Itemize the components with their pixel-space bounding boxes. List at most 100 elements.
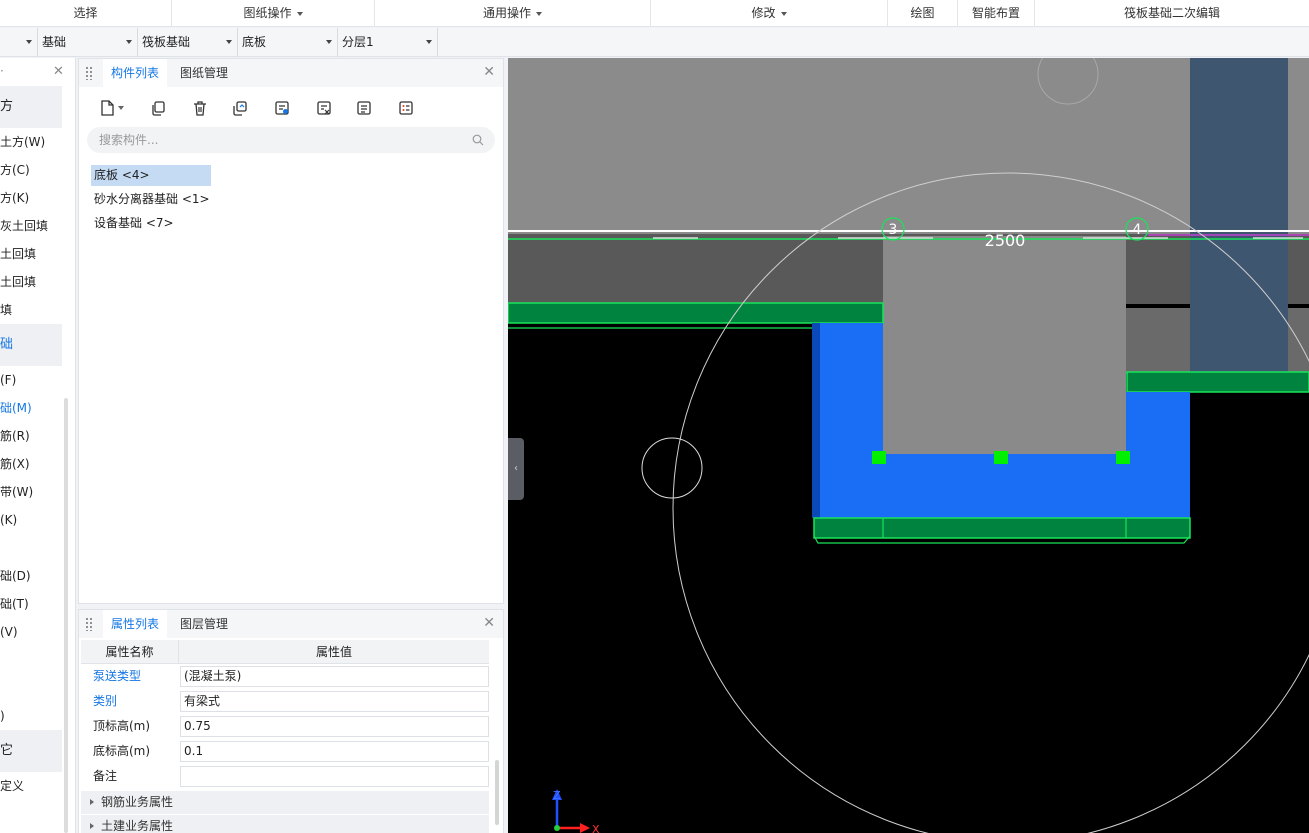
ribbon-group-drawing-ops[interactable]: 图纸操作 (172, 0, 375, 27)
property-value-bottom-elevation[interactable]: 0.1 (180, 741, 489, 762)
grip-point[interactable] (1116, 451, 1130, 464)
import-button[interactable] (269, 95, 295, 121)
nav-item[interactable]: (F) (0, 366, 62, 394)
property-name-pump-type[interactable]: 泵送类型 (93, 664, 141, 689)
floor-select[interactable] (0, 28, 38, 57)
nav-category[interactable]: 方 (0, 86, 62, 128)
close-icon[interactable]: ✕ (53, 64, 64, 79)
ribbon-group-modify[interactable]: 修改 (651, 0, 888, 27)
component-item-slab[interactable]: 底板 <4> (91, 165, 211, 186)
grip-point[interactable] (872, 451, 886, 464)
nav-category[interactable]: 它 (0, 730, 62, 772)
chevron-down-icon (226, 40, 232, 44)
grip-point[interactable] (994, 451, 1008, 464)
copy-icon (152, 101, 165, 116)
column-header-name: 属性名称 (81, 640, 179, 664)
property-name-category[interactable]: 类别 (93, 689, 117, 714)
property-value-pump-type[interactable]: (混凝土泵) (180, 666, 489, 687)
nav-item[interactable]: 土回填 (0, 240, 62, 268)
chevron-down-icon (780, 11, 787, 16)
ribbon-group-draw[interactable]: 绘图 (888, 0, 958, 27)
nav-item[interactable]: 带(W) (0, 478, 62, 506)
nav-item[interactable]: 础(M) (0, 394, 62, 422)
chevron-down-icon (326, 40, 332, 44)
copy-button[interactable] (145, 95, 171, 121)
nav-item[interactable]: ) (0, 702, 62, 730)
beam-left (508, 302, 884, 324)
nav-item[interactable]: (V) (0, 618, 62, 646)
ribbon-group-smart-layout[interactable]: 智能布置 (958, 0, 1035, 27)
nav-scrollbar[interactable] (64, 398, 68, 833)
category-select[interactable]: 基础 (38, 28, 138, 57)
tab-component-list[interactable]: 构件列表 (103, 59, 168, 87)
ribbon-bar: 选择 图纸操作 通用操作 修改 绘图 智能布置 筏板基础二次编辑 (0, 0, 1309, 27)
ribbon-group-select[interactable]: 选择 (0, 0, 172, 27)
drawing-viewport[interactable]: 2500 3 4 Z X (508, 58, 1309, 833)
component-item-sand-separator[interactable]: 砂水分离器基础 <1> (91, 189, 213, 210)
tab-layer-management[interactable]: 图层管理 (172, 610, 236, 638)
search-input[interactable] (87, 127, 495, 153)
type-select[interactable]: 筏板基础 (138, 28, 238, 57)
nav-item[interactable]: 定义 (0, 772, 62, 800)
nav-header: · ✕ (0, 58, 75, 86)
layer-select[interactable]: 分层1 (338, 28, 438, 57)
property-group-civil[interactable]: 土建业务属性 (81, 815, 489, 833)
component-tree-nav: · ✕ 方土方(W) 方(C) 方(K) 灰土回填 土回填 土回填填础 (F) 础(M) 筋(R… (0, 58, 76, 833)
component-item-equipment-foundation[interactable]: 设备基础 <7> (91, 213, 177, 234)
property-value-category[interactable]: 有梁式 (180, 691, 489, 712)
grey-area-upper (508, 58, 1309, 234)
filter-icon (357, 101, 371, 115)
chevron-down-icon (126, 40, 132, 44)
nav-item[interactable]: 土回填 (0, 268, 62, 296)
close-icon[interactable]: ✕ (483, 615, 495, 631)
nav-item[interactable]: 筋(R) (0, 422, 62, 450)
nav-item[interactable] (0, 534, 62, 562)
property-value-remark[interactable] (180, 766, 489, 787)
ribbon-group-general-ops[interactable]: 通用操作 (375, 0, 651, 27)
filter-button[interactable] (351, 95, 377, 121)
nav-item[interactable]: 础(T) (0, 590, 62, 618)
nav-item[interactable] (0, 674, 62, 702)
origin-point (554, 825, 560, 831)
z-axis-label: Z (553, 789, 561, 802)
nav-item[interactable]: 灰土回填 (0, 212, 62, 240)
property-value-top-elevation[interactable]: 0.75 (180, 716, 489, 737)
nav-item[interactable]: 土方(W) (0, 128, 62, 156)
beam-bottom (813, 517, 1191, 539)
property-panel-tabs: 属性列表 图层管理 ✕ (79, 610, 503, 638)
delete-button[interactable] (187, 95, 213, 121)
collapse-panel-button[interactable]: ‹ (508, 438, 524, 500)
x-axis-label: X (592, 823, 600, 833)
layer-copy-button[interactable] (227, 95, 253, 121)
nav-item[interactable]: 础(D) (0, 562, 62, 590)
chevron-down-icon (26, 40, 32, 44)
component-select[interactable]: 底板 (238, 28, 338, 57)
new-component-icon (101, 100, 114, 116)
canvas-drawing: 2500 3 4 Z X (508, 58, 1309, 833)
export-button[interactable] (311, 95, 337, 121)
drag-handle-icon[interactable] (85, 617, 93, 631)
nav-item[interactable] (0, 646, 62, 674)
tab-drawing-management[interactable]: 图纸管理 (172, 59, 236, 87)
property-name-bottom-elevation: 底标高(m) (93, 744, 151, 758)
new-component-button[interactable] (91, 95, 131, 121)
nav-item[interactable]: 方(C) (0, 156, 62, 184)
list-button[interactable] (393, 95, 419, 121)
delete-icon (194, 101, 206, 116)
drag-handle-icon[interactable] (85, 66, 93, 80)
column-header-value: 属性值 (179, 640, 489, 664)
close-icon[interactable]: ✕ (483, 64, 495, 80)
property-name-top-elevation: 顶标高(m) (93, 719, 151, 733)
property-scrollbar[interactable] (495, 760, 499, 825)
search-icon[interactable] (472, 134, 484, 146)
nav-item[interactable]: 填 (0, 296, 62, 324)
property-group-rebar[interactable]: 钢筋业务属性 (81, 791, 489, 814)
tab-property-list[interactable]: 属性列表 (103, 610, 168, 638)
nav-item[interactable]: 筋(X) (0, 450, 62, 478)
chevron-down-icon (536, 11, 542, 16)
nav-category[interactable]: 础 (0, 324, 62, 366)
ribbon-group-raft-edit[interactable]: 筏板基础二次编辑 (1035, 0, 1309, 27)
nav-item[interactable]: 方(K) (0, 184, 62, 212)
nav-item[interactable]: (K) (0, 506, 62, 534)
column-block (1190, 58, 1288, 374)
